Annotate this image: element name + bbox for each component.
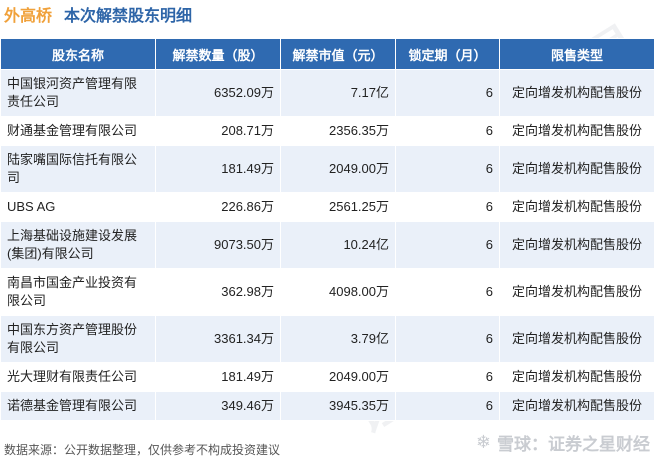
- cell-market-value: 2049.00万: [280, 362, 396, 392]
- unlock-shareholder-table: 股东名称 解禁数量（股） 解禁市值（元） 锁定期（月） 限售类型 中国银河资产管…: [0, 38, 655, 421]
- cell-restriction-type: 定向增发机构配售股份: [499, 268, 655, 316]
- cell-market-value: 2356.35万: [280, 116, 396, 146]
- table-row: 光大理财有限责任公司 181.49万 2049.00万 6 定向增发机构配售股份: [0, 362, 655, 392]
- table-row: 陆家嘴国际信托有限公司 181.49万 2049.00万 6 定向增发机构配售股…: [0, 145, 655, 193]
- col-header-market-value: 解禁市值（元）: [280, 38, 396, 70]
- cell-restriction-type: 定向增发机构配售股份: [499, 315, 655, 363]
- table-row: UBS AG 226.86万 2561.25万 6 定向增发机构配售股份: [0, 192, 655, 222]
- col-header-restriction-type: 限售类型: [499, 38, 655, 70]
- col-header-quantity: 解禁数量（股）: [155, 38, 281, 70]
- cell-market-value: 2049.00万: [280, 145, 396, 193]
- table-row: 中国银河资产管理有限责任公司 6352.09万 7.17亿 6 定向增发机构配售…: [0, 69, 655, 117]
- cell-quantity: 208.71万: [155, 116, 281, 146]
- brand-text: 雪球：证券之星财经: [497, 435, 650, 454]
- cell-restriction-type: 定向增发机构配售股份: [499, 221, 655, 269]
- page-title: 外高桥 本次解禁股东明细: [4, 4, 192, 30]
- cell-lock-period: 6: [395, 116, 500, 146]
- brand-watermark: ❄ 雪球：证券之星财经: [476, 430, 650, 455]
- snowball-logo-icon: ❄: [475, 432, 491, 452]
- cell-shareholder: 南昌市国金产业投资有限公司: [0, 268, 156, 316]
- title-subtitle: 本次解禁股东明细: [64, 8, 193, 25]
- cell-lock-period: 6: [395, 362, 500, 392]
- table-row: 诺德基金管理有限公司 349.46万 3945.35万 6 定向增发机构配售股份: [0, 391, 655, 421]
- cell-shareholder: 财通基金管理有限公司: [0, 116, 156, 146]
- cell-restriction-type: 定向增发机构配售股份: [499, 391, 655, 421]
- cell-lock-period: 6: [395, 69, 500, 117]
- cell-quantity: 349.46万: [155, 391, 281, 421]
- cell-lock-period: 6: [395, 391, 500, 421]
- cell-quantity: 9073.50万: [155, 221, 281, 269]
- cell-market-value: 2561.25万: [280, 192, 396, 222]
- table-row: 上海基础设施建设发展(集团)有限公司 9073.50万 10.24亿 6 定向增…: [0, 221, 655, 269]
- cell-restriction-type: 定向增发机构配售股份: [499, 69, 655, 117]
- cell-shareholder: UBS AG: [0, 192, 156, 222]
- cell-market-value: 10.24亿: [280, 221, 396, 269]
- cell-quantity: 3361.34万: [155, 315, 281, 363]
- cell-shareholder: 中国东方资产管理股份有限公司: [0, 315, 156, 363]
- cell-market-value: 3945.35万: [280, 391, 396, 421]
- table-row: 南昌市国金产业投资有限公司 362.98万 4098.00万 6 定向增发机构配…: [0, 268, 655, 316]
- cell-restriction-type: 定向增发机构配售股份: [499, 192, 655, 222]
- cell-market-value: 3.79亿: [280, 315, 396, 363]
- cell-shareholder: 上海基础设施建设发展(集团)有限公司: [0, 221, 156, 269]
- cell-lock-period: 6: [395, 192, 500, 222]
- table-row: 中国东方资产管理股份有限公司 3361.34万 3.79亿 6 定向增发机构配售…: [0, 315, 655, 363]
- cell-restriction-type: 定向增发机构配售股份: [499, 116, 655, 146]
- cell-lock-period: 6: [395, 145, 500, 193]
- data-source-note: 数据来源：公开数据整理，仅供参考不构成投资建议: [4, 443, 281, 457]
- stock-name: 外高桥: [4, 8, 53, 25]
- cell-shareholder: 光大理财有限责任公司: [0, 362, 156, 392]
- cell-shareholder: 陆家嘴国际信托有限公司: [0, 145, 156, 193]
- cell-lock-period: 6: [395, 221, 500, 269]
- cell-shareholder: 诺德基金管理有限公司: [0, 391, 156, 421]
- cell-quantity: 181.49万: [155, 145, 281, 193]
- cell-market-value: 4098.00万: [280, 268, 396, 316]
- cell-lock-period: 6: [395, 268, 500, 316]
- table-row: 财通基金管理有限公司 208.71万 2356.35万 6 定向增发机构配售股份: [0, 116, 655, 146]
- cell-shareholder: 中国银河资产管理有限责任公司: [0, 69, 156, 117]
- cell-quantity: 6352.09万: [155, 69, 281, 117]
- cell-quantity: 181.49万: [155, 362, 281, 392]
- cell-restriction-type: 定向增发机构配售股份: [499, 362, 655, 392]
- cell-restriction-type: 定向增发机构配售股份: [499, 145, 655, 193]
- col-header-shareholder: 股东名称: [0, 38, 156, 70]
- cell-market-value: 7.17亿: [280, 69, 396, 117]
- table-header-row: 股东名称 解禁数量（股） 解禁市值（元） 锁定期（月） 限售类型: [0, 38, 655, 70]
- col-header-lock-period: 锁定期（月）: [395, 38, 500, 70]
- cell-quantity: 362.98万: [155, 268, 281, 316]
- cell-lock-period: 6: [395, 315, 500, 363]
- cell-quantity: 226.86万: [155, 192, 281, 222]
